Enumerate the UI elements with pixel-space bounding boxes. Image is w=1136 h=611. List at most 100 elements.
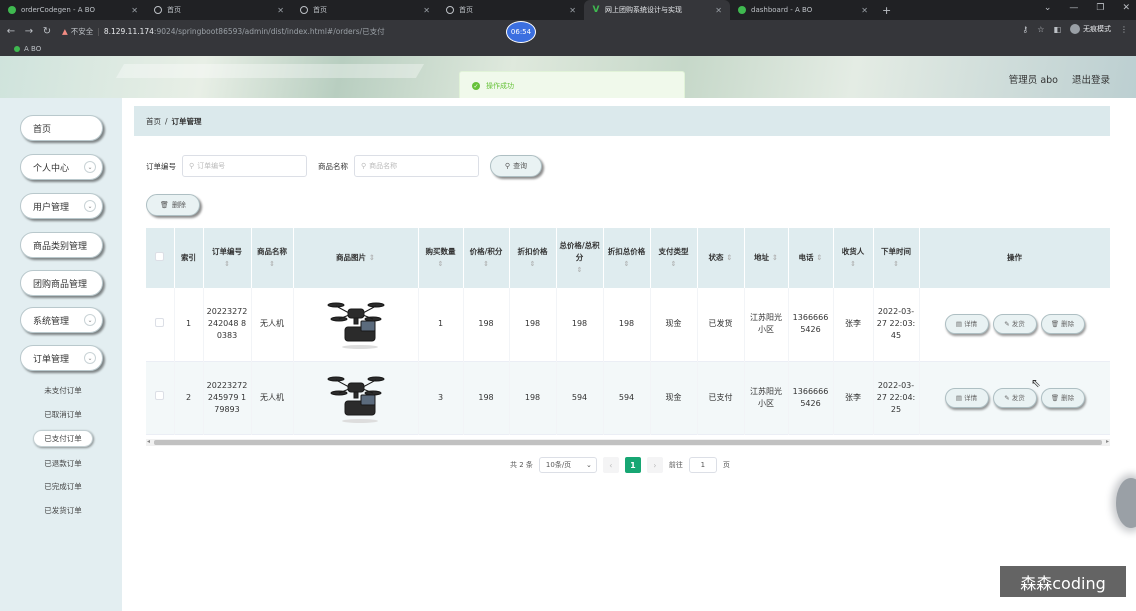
sidebar-subitem[interactable]: 已完成订单 <box>33 478 93 495</box>
sidebar-item[interactable]: 个人中心 ⌄ <box>20 154 103 180</box>
sidebar-subitem[interactable]: 已发货订单 <box>33 502 93 519</box>
row-delete-button[interactable]: 🗑 删除 <box>1040 387 1085 408</box>
bookmark-item[interactable]: A BO <box>24 45 41 53</box>
col-header[interactable]: 商品图片 ⇕ <box>293 228 419 288</box>
next-page-button[interactable]: › <box>646 457 663 473</box>
more-menu-icon[interactable]: ⋮ <box>1120 25 1128 34</box>
col-header[interactable]: 价格/积分 ⇕ <box>463 228 510 288</box>
detail-button[interactable]: ▤ 详情 <box>944 314 989 335</box>
table-row[interactable]: 2 20223272245979 179893 无人机 3 198 198 594 594 现金… <box>146 361 1110 434</box>
scroll-left-icon[interactable]: ◂ <box>147 438 150 445</box>
ship-button[interactable]: ✎ 发货 <box>992 387 1037 408</box>
browser-tab[interactable]: 首页 ✕ <box>146 0 292 20</box>
browser-tab[interactable]: 首页 ✕ <box>292 0 438 20</box>
sidebar: 首页个人中心 ⌄ 用户管理 ⌄ 商品类别管理 团购商品管理 系统管理 ⌄ 订单管理 ⌄ 未支付订单已… <box>0 98 122 611</box>
row-checkbox[interactable] <box>155 317 165 327</box>
prev-page-button[interactable]: ‹ <box>602 457 619 473</box>
sort-icon[interactable]: ⇕ <box>726 253 732 262</box>
col-header[interactable]: 地址 ⇕ <box>744 228 789 288</box>
close-tab-icon[interactable]: ✕ <box>423 6 430 15</box>
sidebar-subitem[interactable]: 已取消订单 <box>33 406 93 423</box>
goto-page-input[interactable]: 1 <box>688 457 717 473</box>
col-header[interactable]: 下单时间 ⇕ <box>873 228 920 288</box>
page-number-button[interactable]: 1 <box>624 457 641 473</box>
col-header[interactable]: 总价格/总积分 ⇕ <box>556 228 604 288</box>
sidebar-item[interactable]: 首页 <box>20 115 103 141</box>
col-header[interactable]: 状态 ⇕ <box>697 228 745 288</box>
sidebar-item[interactable]: 系统管理 ⌄ <box>20 307 103 333</box>
minimize-icon[interactable]: — <box>1069 3 1078 13</box>
sort-icon[interactable]: ⇕ <box>606 258 648 270</box>
sidebar-item[interactable]: 团购商品管理 <box>20 270 103 296</box>
incognito-indicator[interactable]: 无痕模式 <box>1070 24 1111 34</box>
product-name-placeholder: 商品名称 <box>369 162 398 170</box>
close-window-icon[interactable]: ✕ <box>1122 3 1130 13</box>
row-checkbox[interactable] <box>155 391 165 400</box>
green-dot-icon <box>8 6 16 14</box>
col-header[interactable]: 折扣总价格 ⇕ <box>603 228 651 288</box>
table-row[interactable]: 1 20223272242048 80383 无人机 1 198 198 198 198 现金已… <box>146 288 1110 361</box>
sort-icon[interactable]: ⇕ <box>559 264 601 276</box>
sidepanel-icon[interactable]: ◧ <box>1053 25 1061 34</box>
ship-button[interactable]: ✎ 发货 <box>992 314 1037 335</box>
browser-tab[interactable]: dashboard - A BO ✕ <box>730 0 876 20</box>
sort-icon[interactable]: ⇕ <box>512 258 554 270</box>
sidebar-item[interactable]: 用户管理 ⌄ <box>20 193 103 219</box>
sort-icon[interactable]: ⇕ <box>836 258 871 270</box>
col-header[interactable]: 电话 ⇕ <box>788 228 834 288</box>
sort-icon[interactable]: ⇕ <box>421 258 461 270</box>
col-header[interactable]: 商品名称 ⇕ <box>251 228 294 288</box>
maximize-icon[interactable]: ❐ <box>1096 3 1104 13</box>
close-tab-icon[interactable]: ✕ <box>277 6 284 15</box>
col-header[interactable]: 支付类型 ⇕ <box>650 228 698 288</box>
back-icon[interactable]: ← <box>4 26 18 37</box>
sidebar-item[interactable]: 订单管理 ⌄ <box>20 345 103 371</box>
order-no-input[interactable]: ⚲ 订单编号 <box>182 155 307 177</box>
row-delete-button[interactable]: 🗑 删除 <box>1040 314 1085 335</box>
close-tab-icon[interactable]: ✕ <box>861 6 868 15</box>
horizontal-scrollbar[interactable]: ◂ ▸ <box>146 438 1110 446</box>
new-tab-icon[interactable]: + <box>882 0 891 20</box>
sort-icon[interactable]: ⇕ <box>816 253 822 262</box>
sort-icon[interactable]: ⇕ <box>653 258 695 270</box>
col-header[interactable]: 订单编号 ⇕ <box>203 228 252 288</box>
key-icon[interactable]: ⚷ <box>1022 25 1028 34</box>
close-tab-icon[interactable]: ✕ <box>715 6 722 15</box>
scrollbar-thumb[interactable] <box>154 440 1102 445</box>
col-header[interactable]: 购买数量 ⇕ <box>418 228 464 288</box>
sidebar-subitem[interactable]: 已支付订单 <box>33 430 93 447</box>
sort-icon[interactable]: ⇕ <box>254 258 291 270</box>
sort-icon[interactable]: ⇕ <box>466 258 507 270</box>
col-header[interactable]: 收货人 ⇕ <box>833 228 874 288</box>
product-name-input[interactable]: ⚲ 商品名称 <box>354 155 479 177</box>
scroll-right-icon[interactable]: ▸ <box>1106 438 1109 445</box>
col-header[interactable]: 折扣价格 ⇕ <box>509 228 557 288</box>
success-toast: ✓ 操作成功 <box>459 71 685 101</box>
star-icon[interactable]: ☆ <box>1037 25 1044 34</box>
browser-tab[interactable]: V 网上团购系统设计与实现 ✕ <box>584 0 730 20</box>
browser-tab[interactable]: 首页 ✕ <box>438 0 584 20</box>
browser-tab[interactable]: orderCodegen - A BO ✕ <box>0 0 146 20</box>
tab-search-icon[interactable]: ⌄ <box>1044 3 1052 13</box>
select-all-checkbox[interactable] <box>155 251 165 261</box>
url-field[interactable]: ▲ 不安全 | 8.129.11.174 :9024/springboot865… <box>62 26 385 37</box>
sort-icon[interactable]: ⇕ <box>772 253 778 262</box>
sidebar-subitem[interactable]: 已退款订单 <box>33 455 93 472</box>
sidebar-item[interactable]: 商品类别管理 <box>20 232 103 258</box>
breadcrumb-home[interactable]: 首页 <box>146 116 161 127</box>
page-size-select[interactable]: 10条/页 ⌄ <box>538 457 597 473</box>
sort-icon[interactable]: ⇕ <box>206 258 249 270</box>
sort-icon[interactable]: ⇕ <box>876 258 917 270</box>
reload-icon[interactable]: ↻ <box>40 26 54 37</box>
close-tab-icon[interactable]: ✕ <box>569 6 576 15</box>
forward-icon[interactable]: → <box>22 26 36 37</box>
total-count: 共 2 条 <box>510 461 533 469</box>
batch-delete-button[interactable]: 🗑 删除 <box>146 194 200 216</box>
detail-button[interactable]: ▤ 详情 <box>944 387 989 408</box>
sort-icon[interactable]: ⇕ <box>369 253 375 262</box>
query-button[interactable]: ⚲ 查询 <box>490 155 542 177</box>
drone-image-icon <box>296 295 416 353</box>
logout-link[interactable]: 退出登录 <box>1072 72 1110 86</box>
sidebar-subitem[interactable]: 未支付订单 <box>33 382 93 399</box>
close-tab-icon[interactable]: ✕ <box>131 6 138 15</box>
